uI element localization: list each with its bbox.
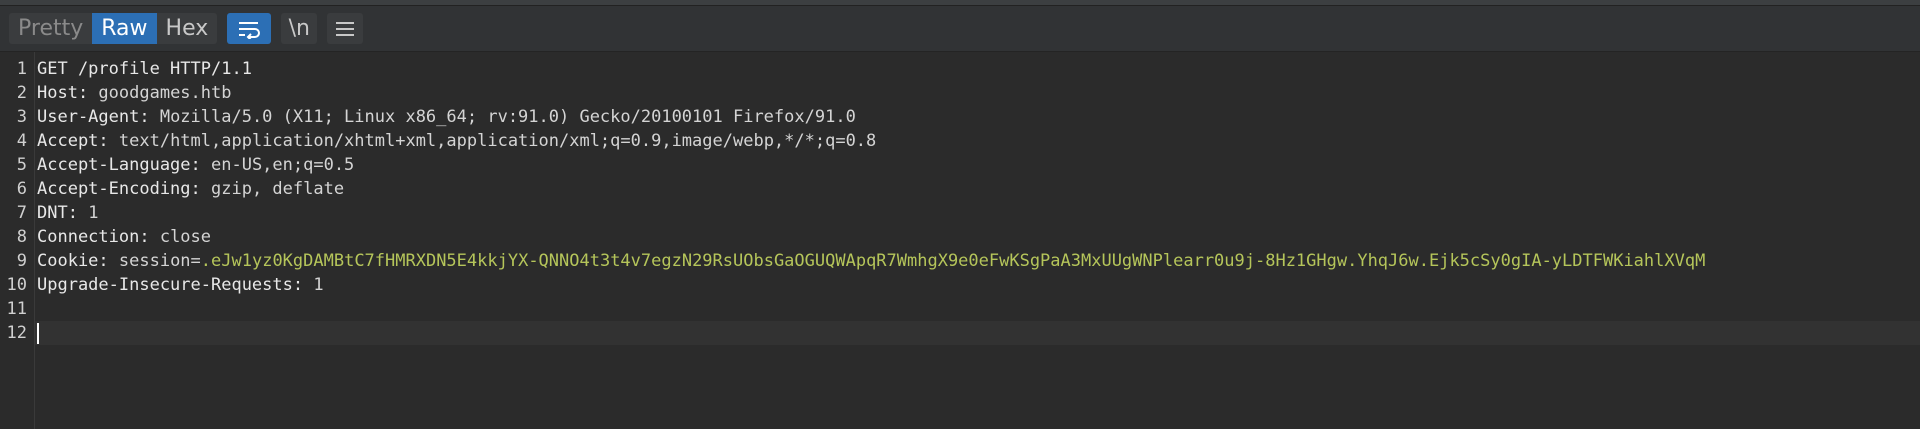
- line-number: 4: [16, 131, 27, 151]
- text-caret: [37, 322, 39, 344]
- header-value: close: [149, 227, 212, 247]
- header-name: Accept-Encoding:: [37, 179, 201, 199]
- line-number: 12: [6, 323, 27, 343]
- header-value: en-US,en;q=0.5: [200, 155, 355, 175]
- raw-request-editor[interactable]: 1 2 3 4 5 6 7 8 9 10 11 12 GET /profile …: [0, 52, 1920, 429]
- header-line-user-agent[interactable]: User-Agent: Mozilla/5.0 (X11; Linux x86_…: [35, 105, 1920, 129]
- cookie-param-value: .eJw1yz0KgDAMBtC7fHMRXDN5E4kkjYX-QNNO4t3…: [200, 251, 1706, 271]
- line-number: 6: [16, 179, 27, 199]
- header-line-upgrade-insecure-requests[interactable]: Upgrade-Insecure-Requests: 1: [35, 273, 1920, 297]
- current-empty-line[interactable]: [35, 321, 1920, 345]
- header-line-dnt[interactable]: DNT: 1: [35, 201, 1920, 225]
- line-number: 5: [16, 155, 27, 175]
- message-editor-toolbar: Pretty Raw Hex \n: [0, 6, 1920, 52]
- show-newlines-button[interactable]: \n: [281, 13, 318, 44]
- menu-button[interactable]: [327, 13, 364, 44]
- request-line[interactable]: GET /profile HTTP/1.1: [35, 57, 1920, 81]
- header-value: text/html,application/xhtml+xml,applicat…: [108, 131, 877, 151]
- tab-pretty[interactable]: Pretty: [9, 13, 93, 44]
- cookie-equals: =: [190, 251, 201, 271]
- header-value: Mozilla/5.0 (X11; Linux x86_64; rv:91.0)…: [149, 107, 856, 127]
- header-line-accept[interactable]: Accept: text/html,application/xhtml+xml,…: [35, 129, 1920, 153]
- line-number: 3: [16, 107, 27, 127]
- empty-line[interactable]: [35, 297, 1920, 321]
- line-number: 9: [16, 251, 27, 271]
- line-number: 7: [16, 203, 27, 223]
- wrap-lines-icon: [239, 21, 261, 39]
- header-line-accept-language[interactable]: Accept-Language: en-US,en;q=0.5: [35, 153, 1920, 177]
- header-value: goodgames.htb: [88, 83, 232, 103]
- tab-hex[interactable]: Hex: [156, 13, 218, 44]
- header-value: 1: [303, 275, 324, 295]
- view-mode-tabs: Pretty Raw Hex: [9, 13, 218, 44]
- line-number-gutter: 1 2 3 4 5 6 7 8 9 10 11 12: [0, 52, 35, 429]
- wrap-lines-button[interactable]: [227, 13, 272, 44]
- cookie-param-name: session: [108, 251, 191, 271]
- line-number: 10: [6, 275, 27, 295]
- request-text-area[interactable]: GET /profile HTTP/1.1 Host: goodgames.ht…: [35, 52, 1920, 429]
- header-name: DNT:: [37, 203, 78, 223]
- request-line-text: GET /profile HTTP/1.1: [37, 59, 252, 79]
- header-name: Upgrade-Insecure-Requests:: [37, 275, 304, 295]
- line-number: 2: [16, 83, 27, 103]
- newline-icon: \n: [288, 16, 310, 41]
- hamburger-menu-icon: [336, 21, 355, 36]
- header-line-cookie[interactable]: Cookie: session=.eJw1yz0KgDAMBtC7fHMRXDN…: [35, 249, 1920, 273]
- header-line-accept-encoding[interactable]: Accept-Encoding: gzip, deflate: [35, 177, 1920, 201]
- line-number: 11: [6, 299, 27, 319]
- header-name: Connection:: [37, 227, 150, 247]
- header-value: 1: [77, 203, 99, 223]
- tab-raw[interactable]: Raw: [92, 13, 157, 44]
- header-line-connection[interactable]: Connection: close: [35, 225, 1920, 249]
- header-name: Accept:: [37, 131, 109, 151]
- header-name: Host:: [37, 83, 89, 103]
- header-name: Cookie:: [37, 251, 109, 271]
- line-number: 1: [16, 59, 27, 79]
- header-name: User-Agent:: [37, 107, 150, 127]
- line-number: 8: [16, 227, 27, 247]
- header-value: gzip, deflate: [200, 179, 345, 199]
- header-line-host[interactable]: Host: goodgames.htb: [35, 81, 1920, 105]
- header-name: Accept-Language:: [37, 155, 201, 175]
